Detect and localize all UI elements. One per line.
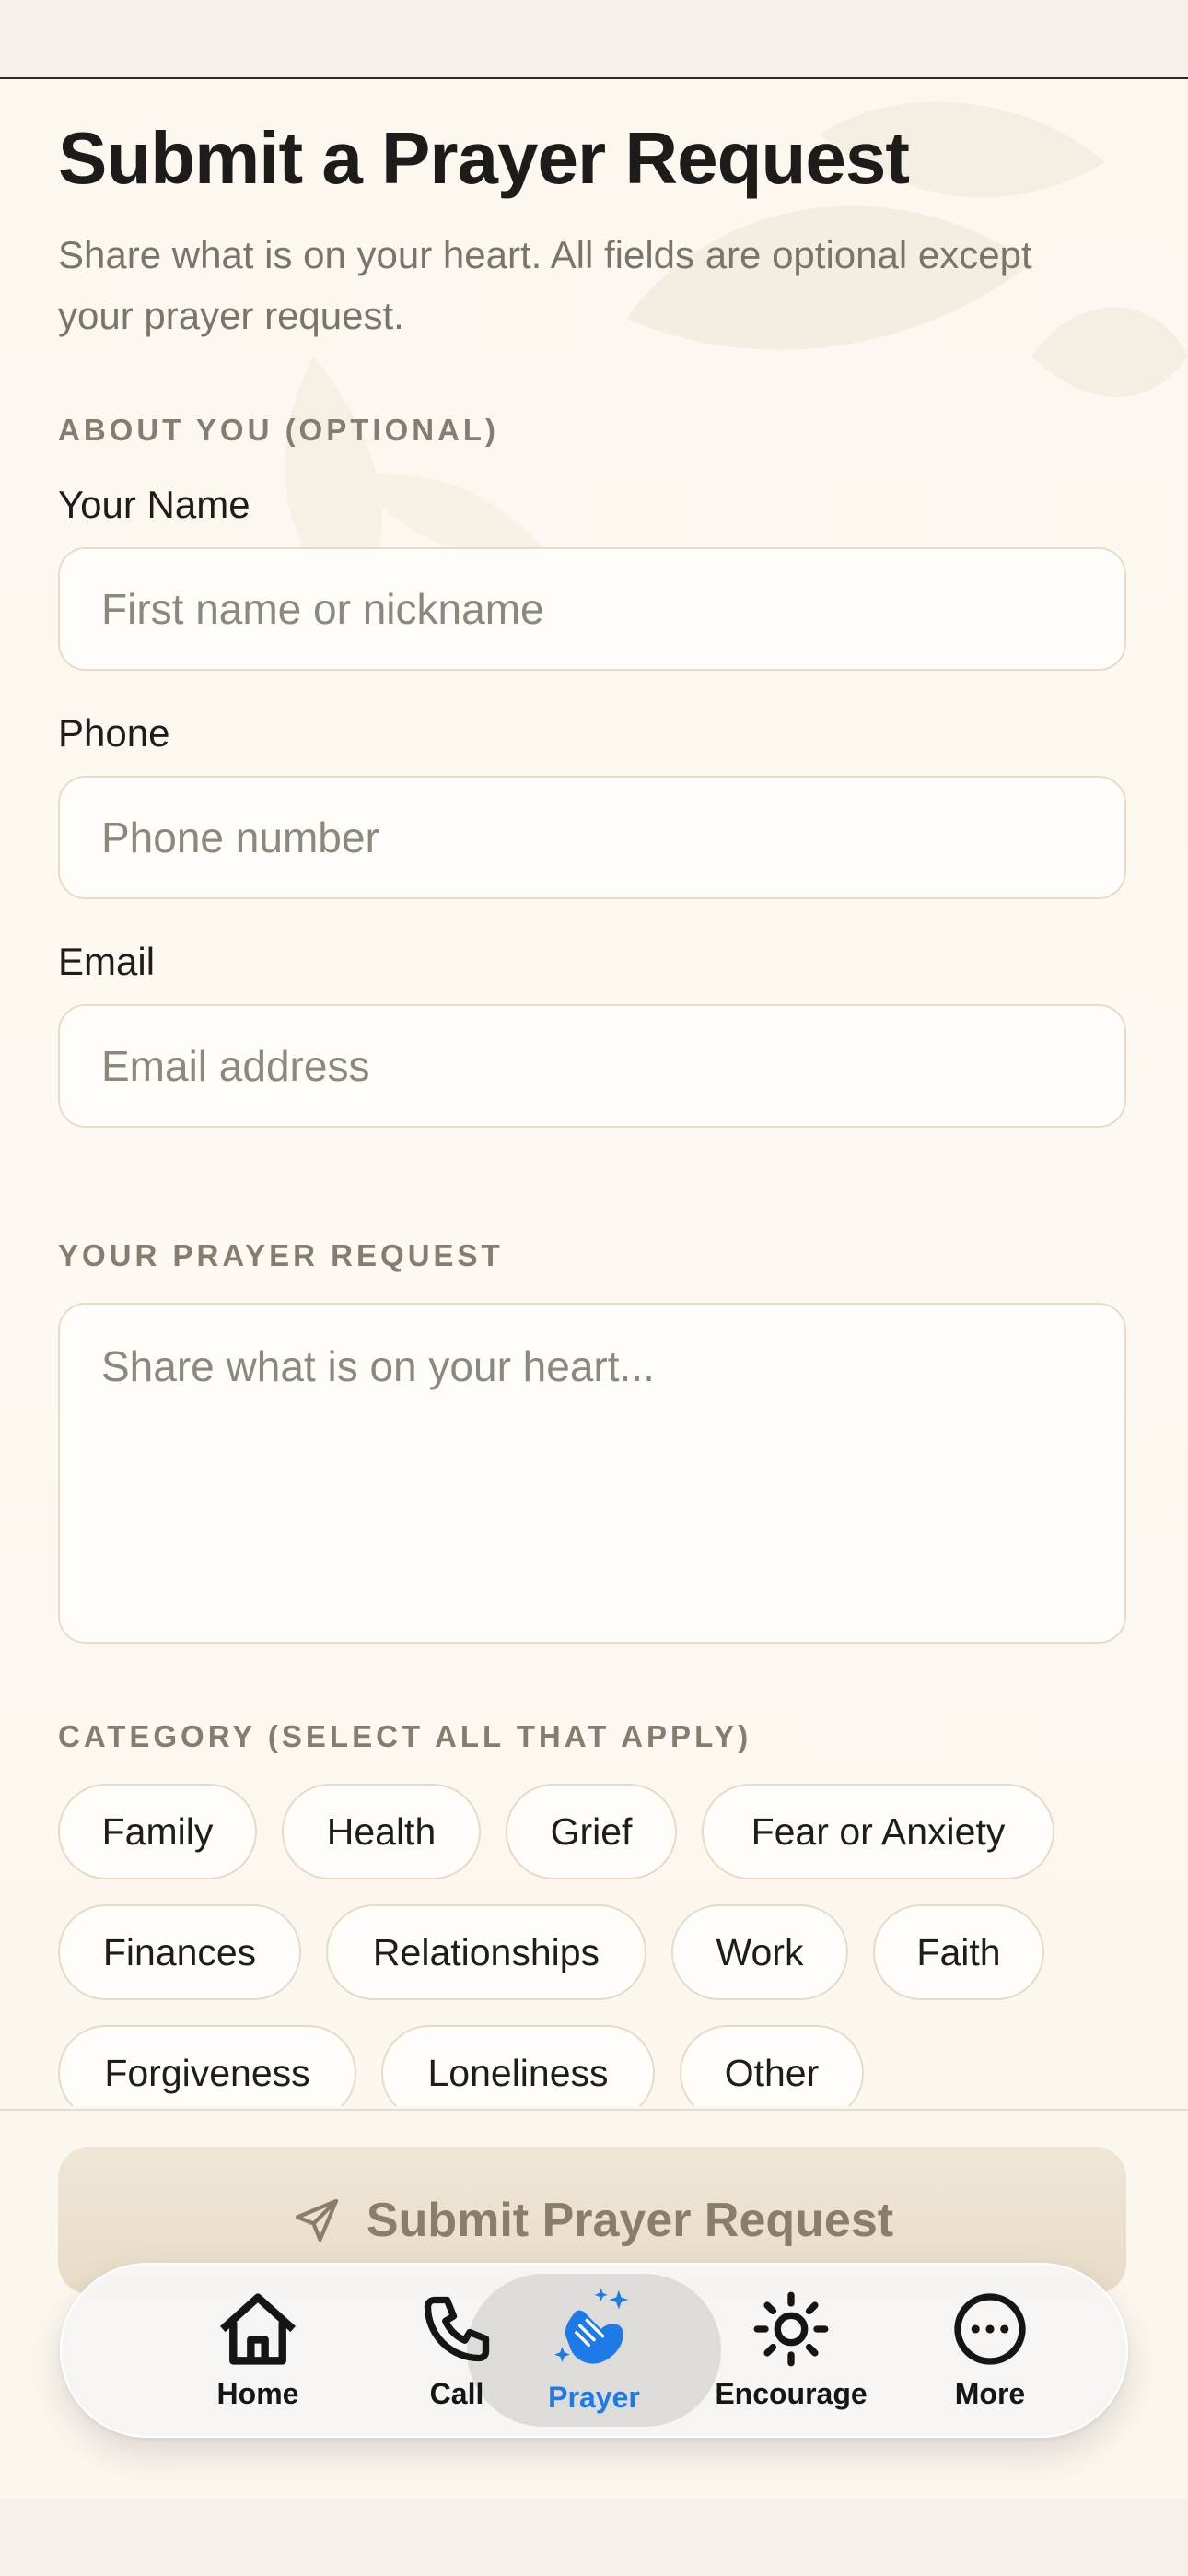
bottom-tab-bar: Home Call Prayer Encourage More [60,2263,1128,2438]
category-chip-work[interactable]: Work [671,1904,848,2000]
prayer-form-page: Submit a Prayer Request Share what is on… [0,79,1188,2106]
tab-more[interactable]: More [893,2265,1087,2436]
tab-home[interactable]: Home [161,2265,355,2436]
category-chip-health[interactable]: Health [282,1784,481,1879]
category-chip-loneliness[interactable]: Loneliness [381,2025,655,2106]
category-chip-fear-or-anxiety[interactable]: Fear or Anxiety [702,1784,1054,1879]
page-subtitle: Share what is on your heart. All fields … [58,233,1032,337]
category-chip-faith[interactable]: Faith [873,1904,1044,2000]
home-indicator-area [0,2499,1188,2576]
section-about-you: ABOUT YOU (OPTIONAL) [58,413,500,447]
prayer-request-textarea[interactable]: Share what is on your heart... [58,1303,1126,1644]
category-chip-forgiveness[interactable]: Forgiveness [58,2025,356,2106]
category-chip-family[interactable]: Family [58,1784,257,1879]
section-prayer-request: YOUR PRAYER REQUEST [58,1238,504,1272]
tab-more-label: More [954,2376,1026,2410]
more-icon [954,2292,1026,2365]
category-chip-finances[interactable]: Finances [58,1904,301,2000]
category-chip-grief[interactable]: Grief [506,1784,677,1879]
tab-encourage-label: Encourage [715,2376,868,2410]
email-field[interactable]: Email address [58,1004,1126,1128]
email-label: Email [58,940,156,983]
footer-divider [0,2109,1188,2111]
page-title: Submit a Prayer Request [58,117,910,199]
name-placeholder: First name or nickname [101,585,544,633]
status-bar [0,0,1188,79]
name-field[interactable]: First name or nickname [58,547,1126,671]
prayer-request-placeholder: Share what is on your heart... [101,1342,655,1390]
category-chip-relationships[interactable]: Relationships [326,1904,646,2000]
phone-label: Phone [58,711,170,755]
praying-hands-icon [554,2288,629,2364]
category-chip-other[interactable]: Other [680,2025,864,2106]
tab-encourage[interactable]: Encourage [694,2265,888,2436]
section-category: CATEGORY (SELECT ALL THAT APPLY) [58,1719,752,1753]
tab-prayer-label: Prayer [548,2380,640,2414]
phone-field[interactable]: Phone number [58,776,1126,899]
name-label: Your Name [58,483,250,526]
sun-icon [753,2291,829,2366]
tab-prayer[interactable]: Prayer [497,2265,691,2436]
send-icon [295,2198,339,2242]
tab-home-label: Home [216,2376,299,2410]
email-placeholder: Email address [101,1042,370,1090]
home-icon [220,2292,296,2365]
submit-button-label: Submit Prayer Request [366,2194,894,2247]
tab-call-label: Call [429,2376,484,2410]
phone-icon [424,2296,490,2361]
phone-placeholder: Phone number [101,814,379,861]
